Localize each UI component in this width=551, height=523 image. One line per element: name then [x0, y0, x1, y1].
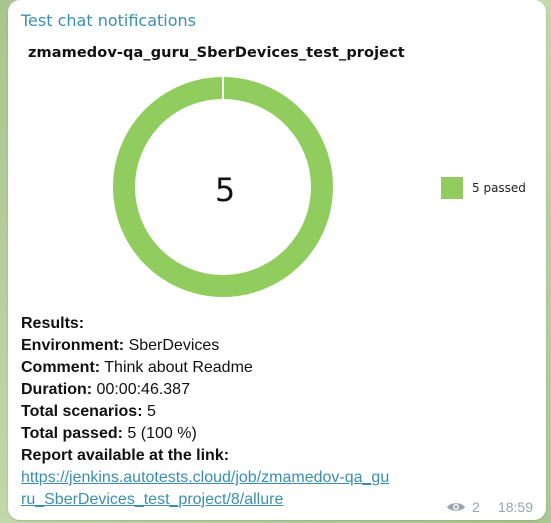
view-count: 2	[472, 499, 480, 515]
total-scenarios-value: 5	[142, 403, 156, 420]
message-text: Results: Environment: SberDevices Commen…	[21, 313, 461, 511]
comment-line: Comment: Think about Readme	[21, 357, 461, 379]
donut-chart[interactable]: 5	[100, 66, 350, 314]
donut-center-label: 5	[215, 171, 235, 209]
results-label: Results:	[21, 315, 85, 332]
environment-line: Environment: SberDevices	[21, 335, 461, 357]
environment-label: Environment:	[21, 337, 125, 354]
total-passed-value: 5 (100 %)	[122, 425, 197, 442]
message-meta: 2 18:59	[446, 499, 533, 515]
total-passed-line: Total passed: 5 (100 %)	[21, 423, 461, 445]
message-time: 18:59	[497, 499, 533, 515]
chart-legend: 5 passed	[441, 177, 526, 199]
duration-label: Duration:	[21, 381, 93, 398]
total-scenarios-line: Total scenarios: 5	[21, 401, 461, 423]
chart-title: zmamedov-qa_guru_SberDevices_test_projec…	[28, 45, 405, 61]
environment-value: SberDevices	[124, 337, 220, 354]
total-scenarios-label: Total scenarios:	[21, 403, 143, 420]
legend-swatch-passed	[441, 177, 463, 199]
eye-icon	[447, 503, 466, 511]
legend-label-passed: 5 passed	[472, 181, 526, 195]
report-label: Report available at the link:	[21, 447, 230, 464]
total-passed-label: Total passed:	[21, 425, 123, 442]
comment-label: Comment:	[21, 359, 101, 376]
report-link[interactable]: https://jenkins.autotests.cloud/job/zmam…	[21, 467, 391, 511]
duration-line: Duration: 00:00:46.387	[21, 379, 461, 401]
comment-value: Think about Readme	[100, 359, 253, 376]
sender-name[interactable]: Test chat notifications	[21, 11, 196, 30]
duration-value: 00:00:46.387	[92, 381, 190, 398]
